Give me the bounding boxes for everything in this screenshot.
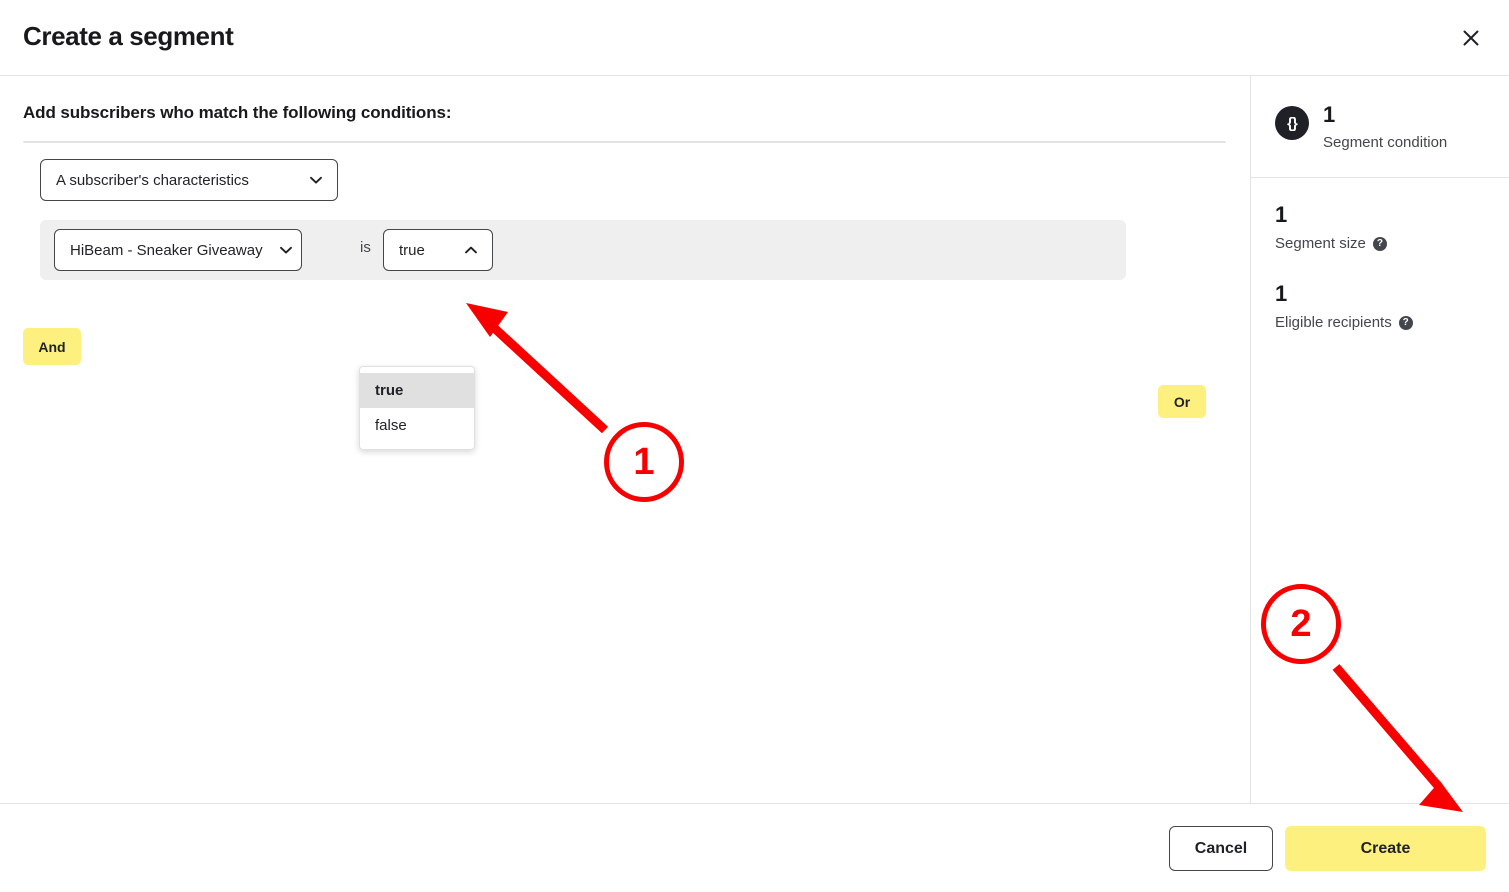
create-button[interactable]: Create <box>1285 826 1486 871</box>
or-button[interactable]: Or <box>1158 385 1206 418</box>
eligible-recipients-label: Eligible recipients <box>1275 314 1392 331</box>
attribute-select[interactable]: HiBeam - Sneaker Giveaway <box>54 229 302 271</box>
chevron-up-icon <box>462 241 480 259</box>
dropdown-option-true[interactable]: true <box>360 373 474 408</box>
segment-condition-stat: 1 Segment condition <box>1323 102 1448 152</box>
conditions-area: Add subscribers who match the following … <box>0 76 1250 803</box>
close-icon <box>1461 28 1481 48</box>
segment-size-value: 1 <box>1275 202 1288 227</box>
modal-footer: Cancel Create <box>0 803 1509 892</box>
segment-size-label: Segment size <box>1275 235 1366 252</box>
braces-icon: {} <box>1275 106 1309 140</box>
conditions-panel: A subscriber's characteristics HiBeam - … <box>23 141 1226 418</box>
segment-size-stat: 1 Segment size ? <box>1275 204 1387 252</box>
segment-condition-summary: {} 1 Segment condition <box>1251 76 1509 178</box>
dropdown-option-false[interactable]: false <box>360 408 474 443</box>
help-icon[interactable]: ? <box>1372 236 1387 251</box>
segment-size-label-wrap: Segment size ? <box>1275 235 1387 252</box>
eligible-recipients-value: 1 <box>1275 281 1288 306</box>
create-segment-modal: Create a segment Add subscribers who mat… <box>0 0 1509 892</box>
subject-select-value: A subscriber's characteristics <box>56 171 249 189</box>
segment-condition-value: 1 <box>1323 102 1336 127</box>
help-icon[interactable]: ? <box>1398 315 1413 330</box>
page-title: Create a segment <box>23 21 234 51</box>
chevron-down-icon <box>307 171 325 189</box>
eligible-recipients-stat: 1 Eligible recipients ? <box>1275 283 1413 331</box>
chevron-down-icon <box>277 241 295 259</box>
segment-summary-sidebar: {} 1 Segment condition 1 Segment size ? … <box>1250 76 1509 803</box>
eligible-recipients-label-wrap: Eligible recipients ? <box>1275 314 1413 331</box>
close-button[interactable] <box>1453 20 1489 56</box>
operator-label: is <box>360 239 371 256</box>
and-button[interactable]: And <box>23 328 81 365</box>
modal-header: Create a segment <box>0 0 1509 76</box>
value-select[interactable]: true <box>383 229 493 271</box>
condition-row: HiBeam - Sneaker Giveaway is true <box>40 220 1126 280</box>
subject-select[interactable]: A subscriber's characteristics <box>40 159 338 201</box>
segment-condition-label: Segment condition <box>1323 134 1448 151</box>
attribute-select-value: HiBeam - Sneaker Giveaway <box>70 241 263 259</box>
cancel-button[interactable]: Cancel <box>1169 826 1273 871</box>
section-heading: Add subscribers who match the following … <box>23 103 452 122</box>
value-select-value: true <box>399 241 425 259</box>
value-select-dropdown-menu: true false <box>359 366 475 450</box>
